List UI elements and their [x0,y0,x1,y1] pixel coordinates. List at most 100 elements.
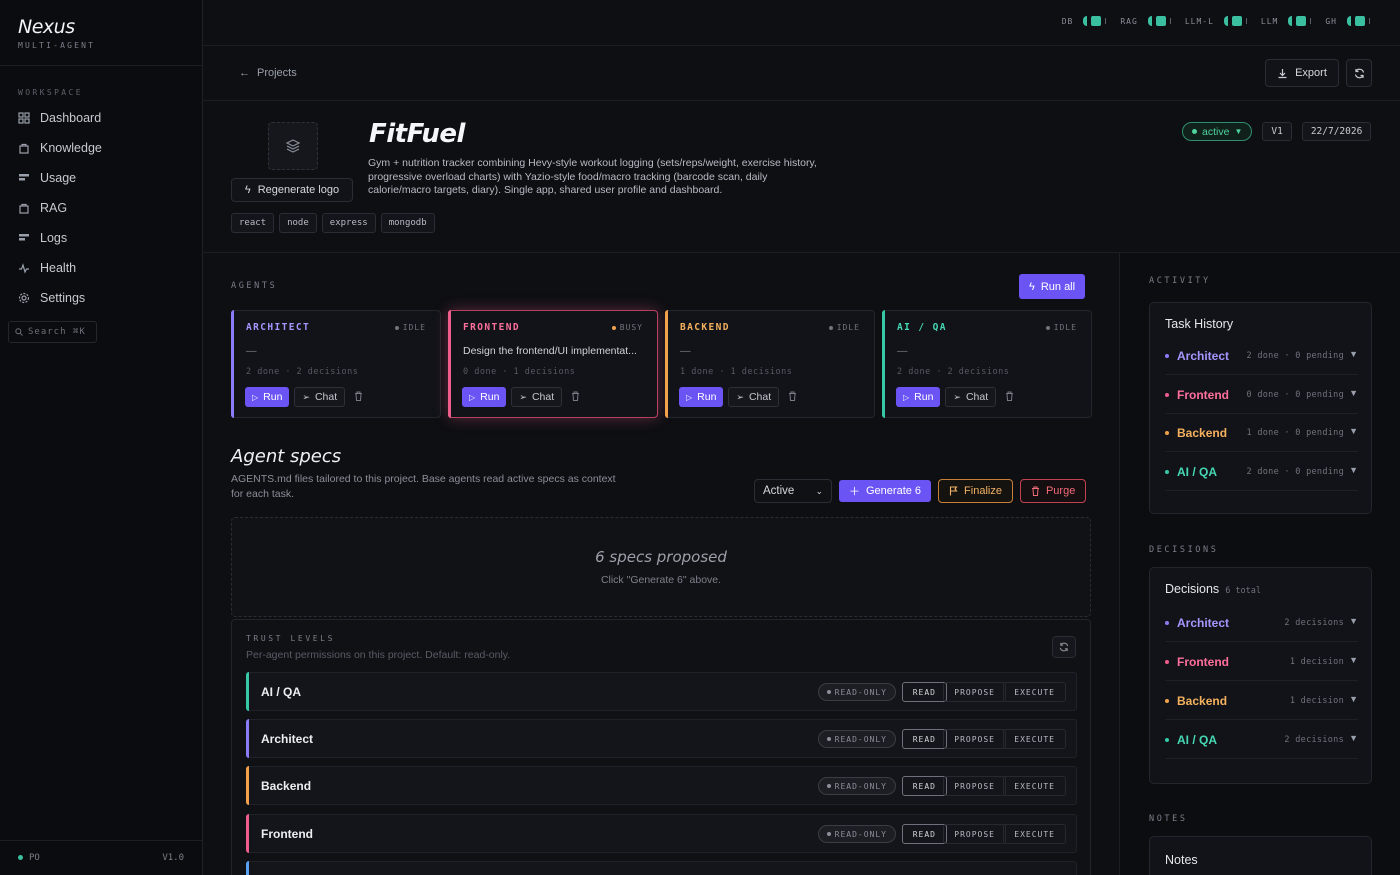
history-agent-name: Frontend [1177,388,1229,402]
play-icon: ▷ [903,392,910,402]
row-accent [246,814,249,853]
status-rag[interactable]: RAG [1120,16,1171,26]
agent-chat-button[interactable]: ➢ Chat [945,387,997,407]
decision-row[interactable]: Backend 1 decision ▼ [1165,682,1358,720]
status-llm-l[interactable]: LLM-L [1185,16,1247,26]
sidebar-item-settings[interactable]: Settings [0,283,202,313]
state-dot [394,326,399,330]
sidebar-item-label: Knowledge [40,141,102,155]
perm-read-button[interactable]: READ [901,776,947,796]
decision-agent-name: Architect [1177,616,1230,630]
top-status-bar: DB RAG LLM-L LLM GH [203,0,1400,46]
sidebar-item-dashboard[interactable]: Dashboard [0,103,202,133]
agent-card-frontend[interactable]: FRONTEND BUSY Design the frontend/UI imp… [448,310,658,418]
perm-propose-button[interactable]: PROPOSE [943,729,1006,749]
task-history-row[interactable]: Architect 2 done · 0 pending ▼ [1165,337,1358,375]
sidebar-item-knowledge[interactable]: Knowledge [0,133,202,163]
perm-propose-button[interactable]: PROPOSE [943,776,1006,796]
perm-propose-button[interactable]: PROPOSE [943,824,1006,844]
trash-icon[interactable] [1005,391,1014,404]
agent-run-button[interactable]: ▷ Run [679,387,724,407]
chat-label: Chat [748,391,772,403]
perm-execute-button[interactable]: EXECUTE [1003,776,1066,796]
trash-icon[interactable] [788,391,797,404]
refresh-icon [1354,68,1365,79]
perm-execute-button[interactable]: EXECUTE [1003,682,1066,702]
agent-chat-button[interactable]: ➢ Chat [511,387,563,407]
caret-down-icon: ▼ [1349,616,1358,626]
history-agent-name: Architect [1177,349,1230,363]
agent-accent [882,310,885,418]
task-history-row[interactable]: AI / QA 2 done · 0 pending ▼ [1165,453,1358,491]
status-label: LLM-L [1184,16,1214,26]
spec-filter-select[interactable]: Active ⌄ [754,479,832,503]
agent-card-architect[interactable]: ARCHITECT IDLE — 2 done · 2 decisions ▷ R… [231,310,441,418]
status-db[interactable]: DB [1062,16,1107,26]
agent-dot [1165,699,1169,703]
project-title: FitFuel [369,119,465,149]
perm-read-button[interactable]: READ [901,824,947,844]
sidebar-item-logs[interactable]: Logs [0,223,202,253]
status-llm[interactable]: LLM [1261,16,1312,26]
agent-run-button[interactable]: ▷ Run [462,387,507,407]
breadcrumb[interactable]: ← Projects [239,67,297,79]
decision-row[interactable]: Frontend 1 decision ▼ [1165,643,1358,681]
sidebar-item-usage[interactable]: Usage [0,163,202,193]
export-button[interactable]: Export [1265,59,1339,87]
status-meter-icon [1083,16,1088,26]
tag-list: react node express mongodb [231,213,435,233]
agent-card-ai-qa[interactable]: AI / QA IDLE — 2 done · 2 decisions ▷ Run… [882,310,1092,418]
trash-icon[interactable] [354,391,363,404]
agent-dot [1165,431,1169,435]
chevron-down-icon: ⌄ [815,485,823,496]
regenerate-logo-button[interactable]: ϟ Regenerate logo [231,178,353,202]
right-panel: ACTIVITY Task History Architect 2 done ·… [1119,253,1400,875]
search-button[interactable]: Search ⌘K [8,321,97,343]
agent-task: — [246,345,257,357]
decision-row[interactable]: AI / QA 2 decisions ▼ [1165,721,1358,759]
agent-run-button[interactable]: ▷ Run [896,387,941,407]
generate-specs-button[interactable]: ＋ Generate 6 [839,480,932,502]
sidebar-item-health[interactable]: Health [0,253,202,283]
sidebar: Nexus MULTI-AGENT WORKSPACE Dashboard Kn… [0,0,203,875]
brand[interactable]: Nexus MULTI-AGENT [0,0,202,66]
decision-agent-name: Backend [1177,694,1228,708]
user-indicator[interactable]: PO [18,853,40,863]
perm-propose-button[interactable]: PROPOSE [943,682,1006,702]
history-meta: 2 done · 0 pending [1246,351,1344,361]
play-icon: ▷ [469,392,476,402]
run-all-button[interactable]: ϟ Run all [1019,274,1086,299]
trust-agent-name: Frontend [261,827,313,841]
perm-execute-button[interactable]: EXECUTE [1003,824,1066,844]
perm-read-button[interactable]: READ [901,682,947,702]
agent-meta: 1 done · 1 decisions [680,367,793,377]
refresh-button[interactable] [1346,59,1372,87]
decision-row[interactable]: Architect 2 decisions ▼ [1165,604,1358,642]
task-history-row[interactable]: Backend 1 done · 0 pending ▼ [1165,414,1358,452]
status-gh[interactable]: GH [1325,16,1370,26]
agent-chat-button[interactable]: ➢ Chat [294,387,346,407]
refresh-icon [1059,642,1069,652]
bag-icon [18,202,30,214]
download-icon [1277,68,1288,79]
status-meter-icon [1231,16,1242,26]
trust-refresh-button[interactable] [1052,636,1076,658]
sidebar-item-rag[interactable]: RAG [0,193,202,223]
finalize-button[interactable]: Finalize [938,479,1013,503]
agent-run-button[interactable]: ▷ Run [245,387,290,407]
task-history-card: Task History Architect 2 done · 0 pendin… [1149,302,1372,514]
agent-chat-button[interactable]: ➢ Chat [728,387,780,407]
perm-execute-button[interactable]: EXECUTE [1003,729,1066,749]
agent-accent [231,310,234,418]
perm-read-button[interactable]: READ [901,729,947,749]
project-logo[interactable] [268,122,318,170]
caret-down-icon: ▼ [1349,388,1358,398]
app-root: Nexus MULTI-AGENT WORKSPACE Dashboard Kn… [0,0,1400,875]
decision-meta: 2 decisions [1284,618,1344,628]
service-status-list: DB RAG LLM-L LLM GH [1062,16,1370,26]
task-history-row[interactable]: Frontend 0 done · 0 pending ▼ [1165,376,1358,414]
status-dropdown[interactable]: active ▼ [1182,122,1253,141]
purge-button[interactable]: Purge [1019,479,1087,503]
agent-card-backend[interactable]: BACKEND IDLE — 1 done · 1 decisions ▷ Run… [665,310,875,418]
trash-icon[interactable] [571,391,580,404]
